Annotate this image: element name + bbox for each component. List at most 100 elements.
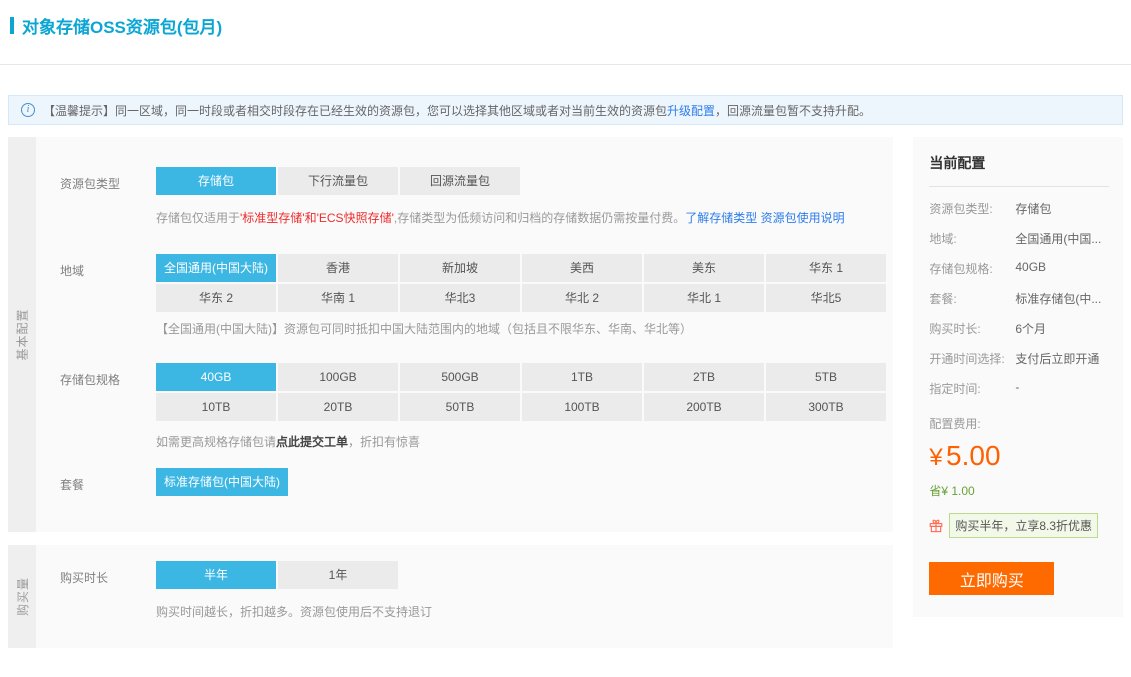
current-config-panel: 当前配置 资源包类型: 存储包 地域: 全国通用(中国... 存储包规格: 40… bbox=[913, 137, 1123, 617]
promo-badge: 购买半年，立享8.3折优惠 bbox=[949, 513, 1098, 538]
spec-note-after: ，折扣有惊喜 bbox=[348, 435, 420, 449]
region-row: 地域 全国通用(中国大陆)香港新加坡美西美东华东 1华东 2华南 1华北3华北 … bbox=[60, 254, 893, 312]
spec-label: 存储包规格 bbox=[60, 363, 156, 421]
storage-type-link[interactable]: 了解存储类型 bbox=[685, 211, 757, 225]
config-row-value: 标准存储包(中... bbox=[1015, 290, 1101, 307]
region-option[interactable]: 香港 bbox=[278, 254, 398, 282]
region-option[interactable]: 华东 2 bbox=[156, 284, 276, 312]
spec-row: 存储包规格 40GB100GB500GB1TB2TB5TB 10TB20TB50T… bbox=[60, 363, 893, 421]
spec-option[interactable]: 200TB bbox=[644, 393, 764, 421]
info-icon: i bbox=[21, 103, 35, 117]
purchase-side-label: 购买量 bbox=[14, 577, 31, 616]
region-option[interactable]: 美西 bbox=[522, 254, 642, 282]
spec-option[interactable]: 1TB bbox=[522, 363, 642, 391]
spec-option[interactable]: 50TB bbox=[400, 393, 520, 421]
spec-option[interactable]: 10TB bbox=[156, 393, 276, 421]
config-row-value: 6个月 bbox=[1015, 320, 1046, 337]
notice-bar: i 【温馨提示】同一区域，同一时段或者相交时段存在已经生效的资源包，您可以选择其… bbox=[8, 95, 1123, 125]
current-config-title: 当前配置 bbox=[929, 153, 1109, 187]
spec-option[interactable]: 5TB bbox=[766, 363, 886, 391]
package-type-label: 资源包类型 bbox=[60, 167, 156, 195]
plan-label: 套餐 bbox=[60, 468, 156, 496]
region-option[interactable]: 全国通用(中国大陆) bbox=[156, 254, 276, 282]
purchase-panel: 购买量 购买时长 半年1年 购买时间越长，折扣越多。资源包使用后不支持退订 bbox=[8, 545, 893, 648]
price-amount: 5.00 bbox=[946, 440, 1001, 471]
region-option[interactable]: 华东 1 bbox=[766, 254, 886, 282]
promo-row: 购买半年，立享8.3折优惠 bbox=[929, 513, 1109, 538]
spec-option[interactable]: 300TB bbox=[766, 393, 886, 421]
price: ¥ 5.00 bbox=[929, 440, 1109, 472]
config-row: 地域: 全国通用(中国... bbox=[929, 230, 1109, 247]
config-row-label: 存储包规格: bbox=[929, 260, 1015, 277]
plan-options: 标准存储包(中国大陆) bbox=[156, 468, 890, 496]
region-option[interactable]: 华北5 bbox=[766, 284, 886, 312]
region-option[interactable]: 新加坡 bbox=[400, 254, 520, 282]
page-header: 对象存储OSS资源包(包月) bbox=[0, 0, 1131, 38]
region-option[interactable]: 华北 2 bbox=[522, 284, 642, 312]
package-type-option[interactable]: 下行流量包 bbox=[278, 167, 398, 195]
package-type-row: 资源包类型 存储包下行流量包回源流量包 bbox=[60, 167, 893, 195]
package-usage-link[interactable]: 资源包使用说明 bbox=[761, 211, 845, 225]
price-currency: ¥ bbox=[929, 444, 942, 471]
spec-option[interactable]: 100GB bbox=[278, 363, 398, 391]
region-option[interactable]: 华北 1 bbox=[644, 284, 764, 312]
region-option[interactable]: 华南 1 bbox=[278, 284, 398, 312]
duration-note: 购买时间越长，折扣越多。资源包使用后不支持退订 bbox=[156, 603, 893, 620]
region-label: 地域 bbox=[60, 254, 156, 312]
config-row: 指定时间: - bbox=[929, 380, 1109, 397]
plan-option[interactable]: 标准存储包(中国大陆) bbox=[156, 468, 288, 496]
spec-option[interactable]: 500GB bbox=[400, 363, 520, 391]
fee-label: 配置费用: bbox=[929, 415, 1109, 432]
duration-label: 购买时长 bbox=[60, 561, 156, 589]
config-row-label: 开通时间选择: bbox=[929, 350, 1015, 367]
config-row-label: 套餐: bbox=[929, 290, 1015, 307]
package-type-option[interactable]: 回源流量包 bbox=[400, 167, 520, 195]
header-divider bbox=[0, 64, 1131, 65]
package-type-option[interactable]: 存储包 bbox=[156, 167, 276, 195]
spec-note-before: 如需更高规格存储包请 bbox=[156, 435, 276, 449]
title-accent-bar bbox=[10, 17, 14, 34]
spec-note: 如需更高规格存储包请点此提交工单，折扣有惊喜 bbox=[156, 433, 893, 450]
main-content: 基本配置 资源包类型 存储包下行流量包回源流量包 存储包仅适用于'标准型存储'和… bbox=[8, 137, 1123, 648]
basic-config-side-strip: 基本配置 bbox=[8, 137, 36, 532]
package-type-options: 存储包下行流量包回源流量包 bbox=[156, 167, 890, 195]
current-config-rows: 资源包类型: 存储包 地域: 全国通用(中国... 存储包规格: 40GB 套餐… bbox=[929, 200, 1109, 397]
savings-text: 省¥ 1.00 bbox=[929, 482, 1109, 499]
notice-text: 【温馨提示】同一区域，同一时段或者相交时段存在已经生效的资源包，您可以选择其他区… bbox=[43, 102, 871, 119]
region-option[interactable]: 美东 bbox=[644, 254, 764, 282]
page-title: 对象存储OSS资源包(包月) bbox=[22, 13, 222, 38]
notice-text-before: 【温馨提示】同一区域，同一时段或者相交时段存在已经生效的资源包，您可以选择其他区… bbox=[43, 104, 667, 118]
config-row-value: 支付后立即开通 bbox=[1015, 350, 1099, 367]
region-note: 【全国通用(中国大陆)】资源包可同时抵扣中国大陆范围内的地域（包括且不限华东、华… bbox=[156, 320, 893, 337]
buy-now-button[interactable]: 立即购买 bbox=[929, 562, 1054, 595]
purchase-side-strip: 购买量 bbox=[8, 545, 36, 648]
gift-icon bbox=[929, 519, 943, 533]
basic-config-side-label: 基本配置 bbox=[14, 308, 31, 360]
package-type-desc-text2: ,存储类型为低频访问和归档的存储数据仍需按量付费。 bbox=[394, 211, 685, 225]
package-type-desc: 存储包仅适用于'标准型存储'和'ECS快照存储',存储类型为低频访问和归档的存储… bbox=[156, 209, 893, 226]
region-option[interactable]: 华北3 bbox=[400, 284, 520, 312]
notice-text-after: ，回源流量包暂不支持升配。 bbox=[715, 104, 871, 118]
spec-option[interactable]: 2TB bbox=[644, 363, 764, 391]
spec-options: 40GB100GB500GB1TB2TB5TB 10TB20TB50TB100TB… bbox=[156, 363, 890, 421]
basic-config-body: 资源包类型 存储包下行流量包回源流量包 存储包仅适用于'标准型存储'和'ECS快… bbox=[36, 137, 893, 532]
purchase-body: 购买时长 半年1年 购买时间越长，折扣越多。资源包使用后不支持退订 bbox=[36, 545, 893, 648]
form-column: 基本配置 资源包类型 存储包下行流量包回源流量包 存储包仅适用于'标准型存储'和… bbox=[8, 137, 893, 648]
package-type-desc-text1: 存储包仅适用于 bbox=[156, 211, 240, 225]
basic-config-panel: 基本配置 资源包类型 存储包下行流量包回源流量包 存储包仅适用于'标准型存储'和… bbox=[8, 137, 893, 532]
config-row-label: 地域: bbox=[929, 230, 1015, 247]
region-options: 全国通用(中国大陆)香港新加坡美西美东华东 1华东 2华南 1华北3华北 2华北… bbox=[156, 254, 890, 312]
spec-option[interactable]: 20TB bbox=[278, 393, 398, 421]
duration-option[interactable]: 1年 bbox=[278, 561, 398, 589]
config-row-value: 40GB bbox=[1015, 260, 1046, 277]
spec-option[interactable]: 40GB bbox=[156, 363, 276, 391]
spec-option[interactable]: 100TB bbox=[522, 393, 642, 421]
duration-option[interactable]: 半年 bbox=[156, 561, 276, 589]
config-row: 资源包类型: 存储包 bbox=[929, 200, 1109, 217]
config-row: 购买时长: 6个月 bbox=[929, 320, 1109, 337]
config-row: 存储包规格: 40GB bbox=[929, 260, 1109, 277]
config-row-label: 购买时长: bbox=[929, 320, 1015, 337]
config-row-value: 存储包 bbox=[1015, 200, 1051, 217]
submit-ticket-link[interactable]: 点此提交工单 bbox=[276, 435, 348, 449]
upgrade-config-link[interactable]: 升级配置 bbox=[667, 104, 715, 118]
